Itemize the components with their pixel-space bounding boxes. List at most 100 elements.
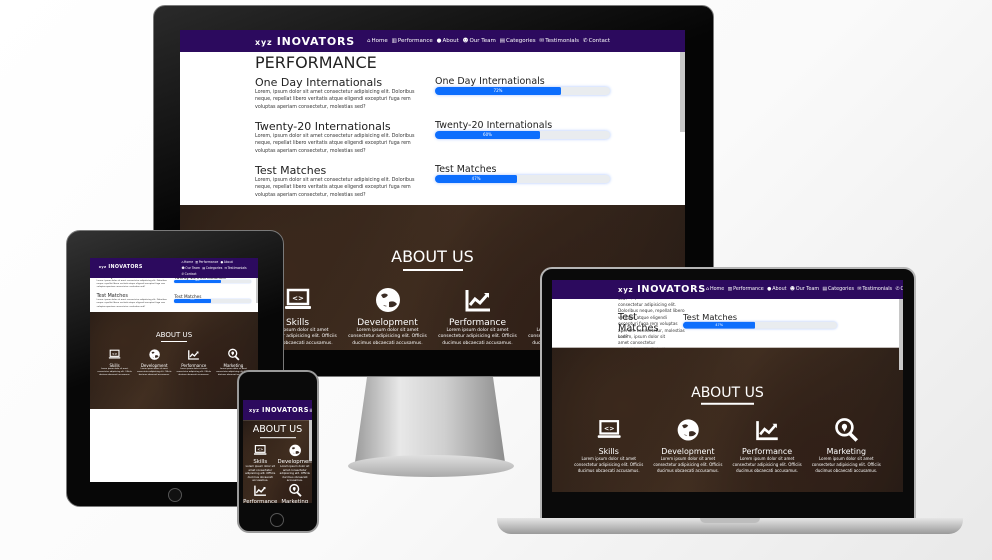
about-item-development: Development Lorem ipsum dolor sit amet co… [343,285,433,348]
about-title: ABOUT US [155,330,193,340]
nav-link-about[interactable]: ●About [220,260,232,264]
categories-icon: ▤ [499,38,505,44]
about-item-text: Lorem ipsum dolor sit amet consectetur a… [811,455,881,473]
svg-text:<>: <> [257,447,263,451]
nav-link-our-team[interactable]: ☻Our Team [790,287,819,292]
brand-name: INOVATORS [108,265,143,271]
format-description: Lorem, ipsum dolor sit amet consectetur … [255,178,415,198]
globe-icon [343,285,433,318]
svg-text:<>: <> [604,426,614,433]
nav-link-performance[interactable]: ▥Performance [392,38,433,44]
nav-link-home[interactable]: ⌂Home [706,287,724,292]
about-item-marketing: MarketingLorem ipsum dolor sit amet cons… [807,417,886,473]
search-location-icon [278,483,313,499]
performance-section: PERFORMANCEOne Day InternationalsLorem, … [90,277,258,313]
title-underline [160,340,188,342]
nav-link-label: Categories [205,265,223,270]
brand-prefix: xyz [255,37,273,47]
tablet-screen: xyz INOVATORS ⌂Home ▥Performance ●About ☻Our… [90,258,258,482]
nav-link-label: Categories [827,287,854,293]
menu-toggle-icon[interactable]: ≡ [309,407,312,414]
home-icon: ⌂ [705,287,709,293]
performance-row: Twenty-20 InternationalsLorem, ipsum dol… [618,299,837,339]
progress-label: Test Matches [435,164,497,175]
brand-logo[interactable]: xyz INOVATORS [99,265,143,270]
brand-prefix: xyz [249,409,260,415]
about-item-text: Lorem ipsum dolor sit amet consectetur a… [137,367,172,376]
tablet-home-button [168,488,182,502]
testimonials-icon: ✉ [539,38,545,44]
nav-link-label: Performance [733,287,764,293]
format-title: Twenty-20 Internationals [255,120,391,133]
phone-icon: ✆ [181,272,185,277]
nav-link-categories[interactable]: ▤Categories [202,266,222,270]
scrollbar[interactable] [680,52,685,132]
about-item-marketing: MarketingLorem ipsum dolor sit amet cons… [278,483,313,503]
nav-link-our-team[interactable]: ☻Our Team [181,266,200,270]
nav-link-home[interactable]: ⌂Home [367,38,388,44]
nav-link-about[interactable]: ●About [767,287,786,292]
progress-bar: 60% [174,279,252,284]
about-item-text: Lorem ipsum dolor sit amet consectetur a… [176,367,211,376]
about-item-title: Performance [243,499,278,503]
nav-link-label: Testimonials [227,265,247,270]
progress-fill: 60% [174,279,221,284]
nav-link-contact[interactable]: ✆Contact [895,287,903,292]
nav-link-contact[interactable]: ✆Contact [583,38,610,44]
about-item-text: Lorem ipsum dolor sit amet consectetur a… [438,327,517,347]
nav-link-label: About [772,287,787,293]
about-item-text: Lorem ipsum dolor sit amet consectetur a… [348,327,427,347]
performance-section: PERFORMANCEOne Day InternationalsLorem, … [552,299,903,391]
nav-link-testimonials[interactable]: ✉Testimonials [224,266,246,270]
about-item-skills: <> Skills Lorem ipsum dolor sit amet conse… [95,348,135,377]
nav-link-categories[interactable]: ▤Categories [500,38,536,44]
nav-link-our-team[interactable]: ☻Our Team [463,38,496,44]
about-item-development: Development Lorem ipsum dolor sit amet co… [134,348,174,377]
navbar: xyz INOVATORS ⌂Home▥Performance●About ☻Our… [90,258,258,278]
brand-logo[interactable]: xyz INOVATORS [255,35,355,48]
about-item-performance: PerformanceLorem ipsum dolor sit amet co… [728,417,807,473]
phone-icon: ✆ [895,287,900,293]
about-item-development: Development Lorem ipsum dolor sit amet co… [278,443,312,483]
brand-logo[interactable]: xyz INOVATORS [618,284,706,295]
categories-icon: ▤ [822,287,827,293]
performance-section: PERFORMANCEOne Day InternationalsLorem, … [180,52,685,205]
nav-link-testimonials[interactable]: ✉Testimonials [539,38,579,44]
nav-links: ⌂Home ▥Performance ●About ☻Our Team ▤Categor… [367,38,610,44]
about-item-text: Lorem ipsum dolor sit amet consectetur a… [574,455,644,473]
chart-icon: ▥ [195,259,199,264]
performance-row: One Day Internationals Lorem, ipsum dolor… [255,76,610,120]
nav-link-label: Categories [505,38,536,44]
svg-text:<>: <> [112,352,118,356]
about-item-title: Performance [742,446,793,456]
nav-link-home[interactable]: ⌂Home [181,260,193,264]
categories-icon: ▤ [202,265,206,270]
phone-icon: ✆ [582,38,588,44]
globe-icon [134,348,174,363]
about-item-text: Lorem ipsum dolor sit amet consectetur a… [653,455,723,473]
nav-link-categories[interactable]: ▤Categories [822,287,854,292]
nav-link-about[interactable]: ●About [437,38,459,44]
nav-link-testimonials[interactable]: ✉Testimonials [857,287,892,292]
nav-link-contact[interactable]: ✆Contact [181,272,196,276]
performance-row: Test Matches Lorem, ipsum dolor sit amet … [255,164,610,208]
performance-row: Twenty-20 InternationalsLorem, ipsum dol… [97,278,252,294]
nav-link-label: Home [371,38,388,44]
scrollbar[interactable] [898,299,903,370]
title-underline [402,268,463,271]
format-description: Lorem, ipsum dolor sit amet consectetur … [255,90,415,110]
nav-link-performance[interactable]: ▥Performance [728,287,764,292]
about-title: ABOUT US [691,384,764,401]
chart-line-icon [433,285,523,318]
progress-fill: 47% [435,175,518,183]
progress-fill: 60% [435,131,540,139]
about-title: ABOUT US [252,424,303,436]
desktop-monitor-stand [355,377,505,462]
performance-row: Test Matches Lorem, ipsum dolor sit amet … [97,294,252,313]
about-section: ABOUT US <> Skills Lorem ipsum dolor sit am… [243,420,312,503]
brand-logo[interactable]: xyz INOVATORS [249,406,309,414]
nav-link-performance[interactable]: ▥Performance [195,260,218,264]
format-description: Lorem, ipsum dolor sit amet consectetur … [255,134,415,154]
format-title: One Day Internationals [255,76,383,89]
globe-icon [648,417,727,446]
